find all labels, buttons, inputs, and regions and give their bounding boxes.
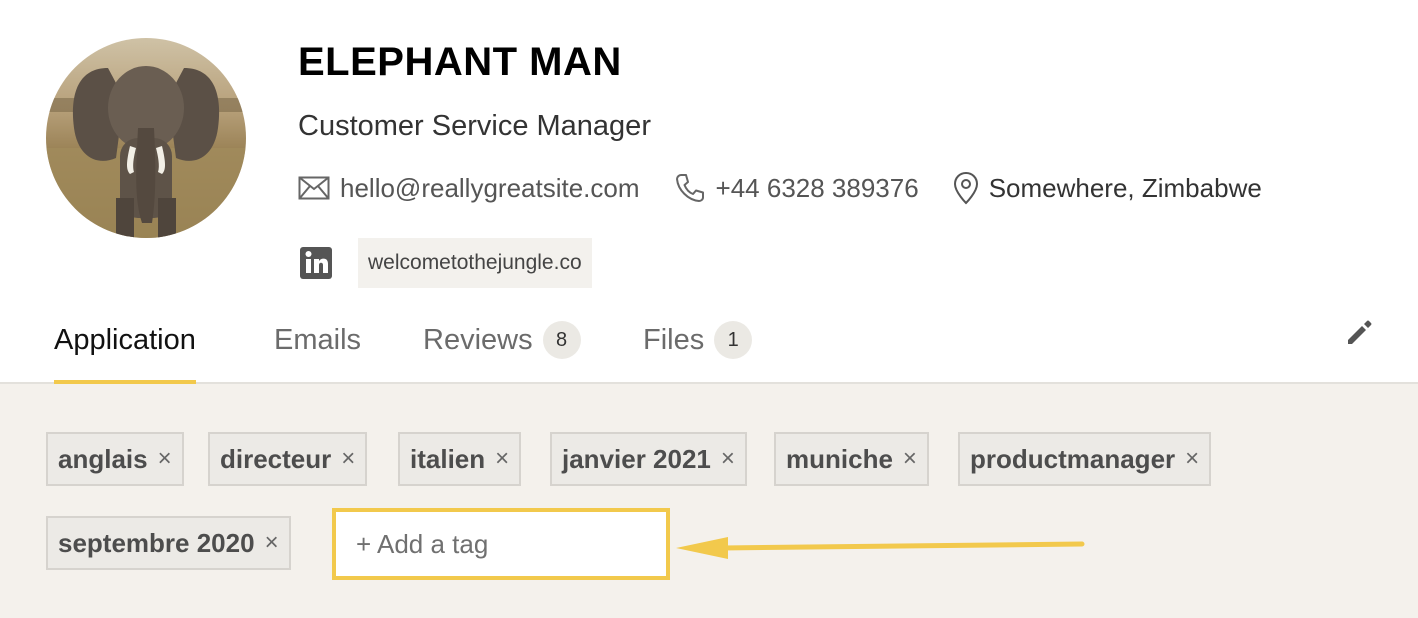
tag-chip: productmanager × (958, 432, 1212, 486)
remove-tag-icon[interactable]: × (1185, 445, 1199, 473)
tag-label: janvier 2021 (562, 443, 711, 474)
tag-label: productmanager (970, 443, 1176, 474)
edit-button[interactable] (1344, 318, 1374, 353)
tag-label: directeur (220, 443, 332, 474)
tag-label: italien (410, 443, 486, 474)
add-tag-input[interactable] (332, 508, 670, 580)
contact-info: hello@reallygreatsite.com +44 6328 38937… (298, 168, 1296, 208)
avatar (46, 38, 246, 238)
tag-chip: septembre 2020 × (46, 516, 291, 570)
website-link[interactable]: welcometothejungle.co (358, 238, 592, 288)
envelope-icon (298, 176, 330, 200)
location-text: Somewhere, Zimbabwe (988, 172, 1262, 203)
tag-chip: janvier 2021 × (550, 432, 747, 486)
tag-label: muniche (786, 443, 893, 474)
count-badge: 1 (714, 321, 753, 359)
tab-emails[interactable]: Emails (274, 298, 361, 382)
job-title: Customer Service Manager (298, 110, 651, 142)
count-badge: 8 (542, 321, 581, 359)
tab-label: Reviews (423, 323, 533, 356)
tag-chip: italien × (398, 432, 522, 486)
email-text: hello@reallygreatsite.com (340, 172, 640, 203)
map-pin-icon (953, 171, 979, 205)
tab-files[interactable]: Files 1 (643, 298, 753, 382)
tag-label: anglais (58, 443, 148, 474)
tag-chip: muniche × (774, 432, 929, 486)
candidate-name: ELEPHANT MAN (298, 40, 622, 84)
phone-icon (674, 172, 706, 204)
tab-application[interactable]: Application (54, 298, 196, 384)
tag-label: septembre 2020 (58, 527, 255, 558)
location-contact: Somewhere, Zimbabwe (953, 171, 1262, 205)
remove-tag-icon[interactable]: × (265, 529, 279, 557)
linkedin-icon[interactable] (298, 245, 334, 281)
remove-tag-icon[interactable]: × (341, 445, 355, 473)
arrow-annotation (676, 537, 1085, 559)
pencil-icon (1348, 320, 1372, 344)
tag-area: anglais × directeur × italien × janvier … (0, 384, 1418, 618)
tag-chip: directeur × (208, 432, 368, 486)
tag-chip: anglais × (46, 432, 184, 486)
tab-label: Files (643, 323, 705, 356)
tab-reviews[interactable]: Reviews 8 (423, 298, 581, 382)
tab-label: Emails (274, 323, 362, 356)
tab-label: Application (54, 323, 196, 356)
phone-text: +44 6328 389376 (715, 172, 919, 203)
email-contact[interactable]: hello@reallygreatsite.com (298, 173, 640, 204)
remove-tag-icon[interactable]: × (721, 445, 735, 473)
phone-contact[interactable]: +44 6328 389376 (674, 172, 919, 204)
remove-tag-icon[interactable]: × (495, 445, 509, 473)
remove-tag-icon[interactable]: × (158, 445, 172, 473)
remove-tag-icon[interactable]: × (903, 445, 917, 473)
social-links: welcometothejungle.co (298, 238, 592, 288)
elephant-photo (46, 38, 246, 238)
tab-bar: Application Emails Reviews 8 Files 1 (0, 298, 1418, 384)
